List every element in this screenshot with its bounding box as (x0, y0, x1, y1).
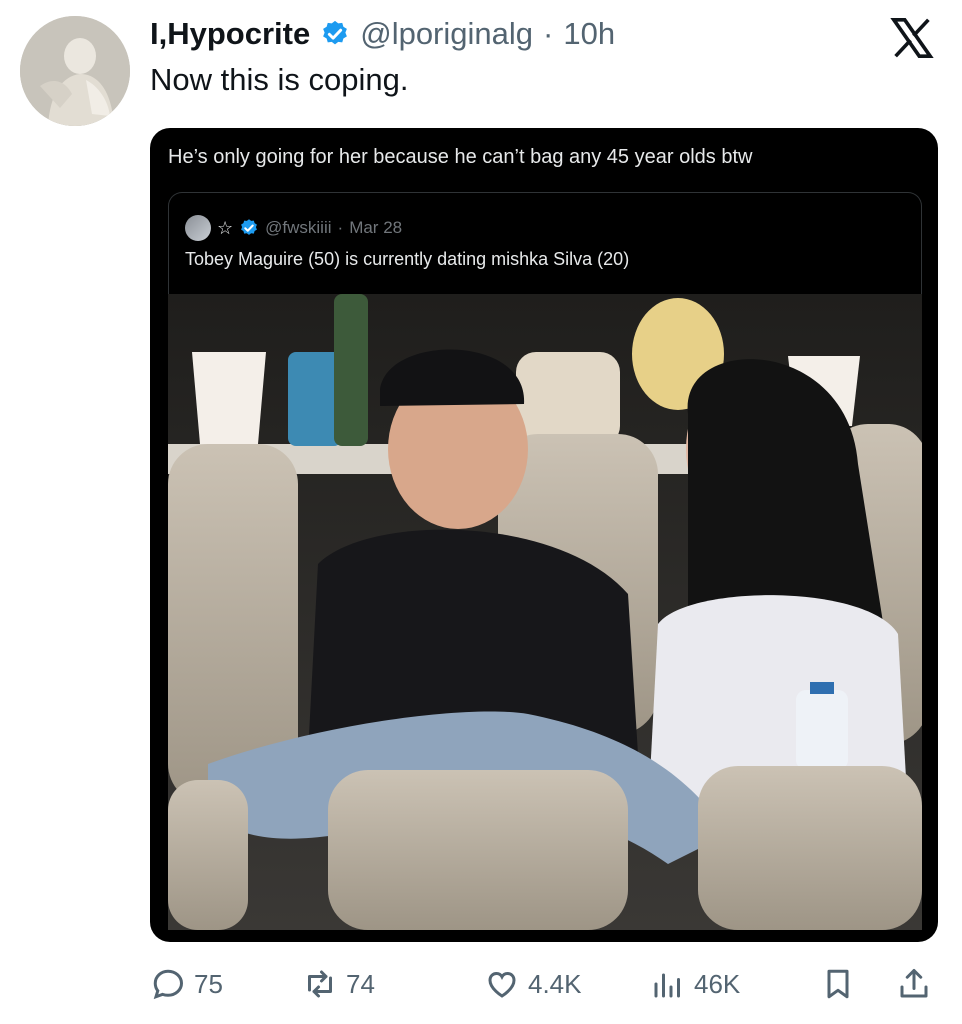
repost-icon (308, 970, 332, 998)
heart-icon (488, 971, 516, 998)
separator-dot: · (543, 16, 554, 51)
x-logo-icon[interactable] (890, 18, 934, 58)
display-name[interactable]: I,Hypocrite (150, 16, 310, 52)
bookmark-icon (827, 969, 849, 999)
tweet-text: Now this is coping. (150, 62, 409, 97)
quoted-handle[interactable]: @fwskiiii (265, 218, 331, 238)
reply-icon (153, 969, 184, 1000)
bookmark-button[interactable] (820, 966, 856, 1002)
quoted-date[interactable]: Mar 28 (349, 218, 402, 238)
like-count: 4.4K (528, 968, 582, 999)
reply-count: 75 (194, 968, 223, 999)
share-icon (900, 969, 928, 998)
view-count: 46K (694, 968, 741, 999)
quoted-tweet-header: ☆ @fwskiiii · Mar 28 (185, 215, 402, 241)
quoted-separator: · (337, 218, 344, 237)
repost-count: 74 (346, 968, 375, 999)
reply-button[interactable]: 75 (150, 966, 223, 1002)
views-button[interactable]: 46K (650, 966, 740, 1002)
verified-badge-icon (323, 20, 348, 45)
tweet-photo[interactable] (168, 294, 922, 930)
avatar[interactable] (20, 16, 130, 126)
views-icon (654, 973, 680, 998)
embedded-tweet-text: He’s only going for her because he can’t… (168, 146, 753, 168)
timestamp[interactable]: 10h (563, 16, 615, 52)
verified-badge-icon (241, 219, 258, 235)
handle[interactable]: @lporiginalg (360, 16, 533, 52)
statue-avatar-image (20, 16, 130, 126)
quoted-tweet-text: Tobey Maguire (50) is currently dating m… (185, 249, 630, 269)
quoted-avatar[interactable] (185, 215, 211, 241)
star-icon: ☆ (217, 217, 234, 238)
repost-button[interactable]: 74 (302, 966, 375, 1002)
action-bar: 75 74 4.4K 46K (150, 966, 940, 1010)
share-button[interactable] (896, 966, 932, 1002)
tweet-header: I,Hypocrite @lporiginalg · 10h (150, 14, 615, 54)
stadium-photo-illustration (168, 294, 922, 930)
media-card[interactable]: He’s only going for her because he can’t… (150, 128, 938, 942)
like-button[interactable]: 4.4K (484, 966, 582, 1002)
